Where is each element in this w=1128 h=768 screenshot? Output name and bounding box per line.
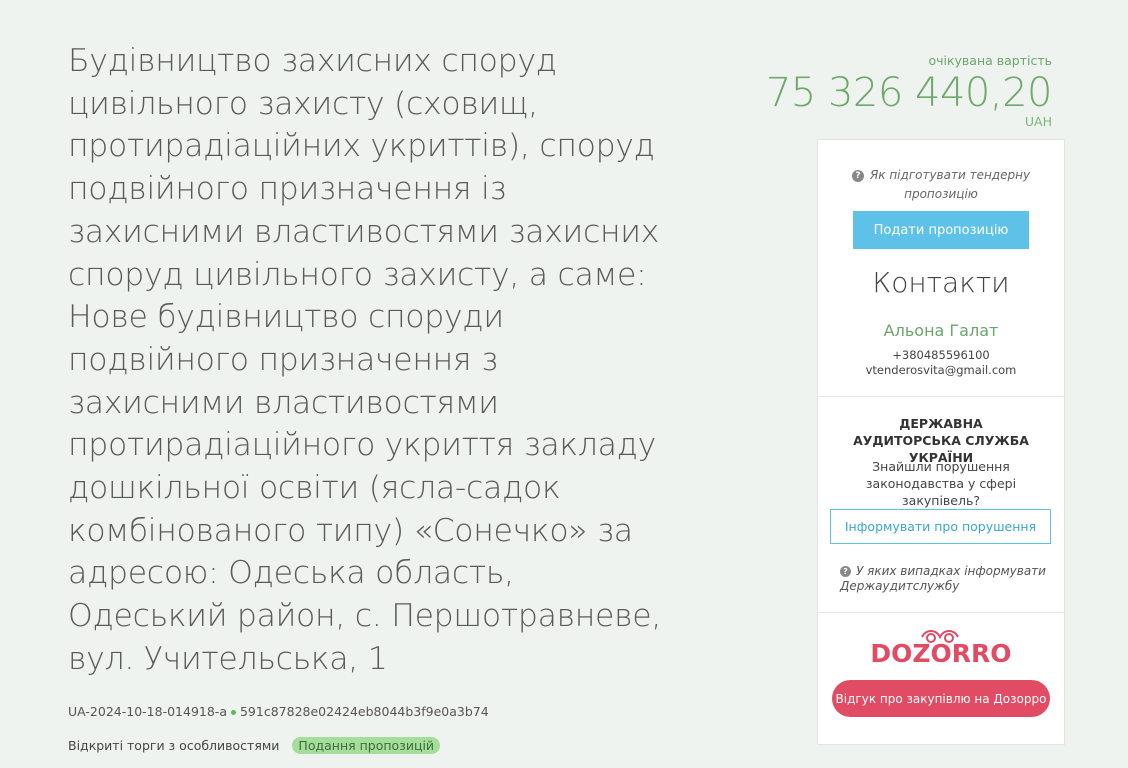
sidebar-panel: ? Як підготувати тендерну пропозицію Пода… bbox=[817, 139, 1065, 745]
dozorro-logo: DOZORRO bbox=[818, 628, 1064, 670]
currency-label: UAH bbox=[1024, 114, 1052, 129]
when-to-report-text[interactable]: У яких випадках інформувати Держаудитслу… bbox=[840, 564, 1046, 593]
question-icon: ? bbox=[840, 566, 851, 577]
contact-name: Альона Галат bbox=[883, 321, 999, 340]
audit-text: Знайшли порушення законодавства у сфері … bbox=[818, 458, 1064, 509]
divider bbox=[818, 396, 1064, 397]
expected-value-amount: 75 326 440,20 bbox=[765, 70, 1053, 116]
audit-text-body: Знайшли порушення законодавства у сфері … bbox=[865, 459, 1017, 508]
separator-dot-icon bbox=[230, 710, 236, 715]
tender-hash: 591c87828e02424eb8044b3f9e0a3b74 bbox=[239, 704, 489, 719]
dozorro-feedback-button[interactable]: Відгук про закупівлю на Дозорро bbox=[832, 680, 1050, 717]
dozorro-logo-graphic: DOZORRO bbox=[870, 630, 1012, 668]
when-to-report-link[interactable]: ? У яких випадках інформувати Держаудитсл… bbox=[840, 564, 1050, 594]
status-badge: Подання пропозицій bbox=[292, 737, 441, 754]
contacts-heading: Контакти bbox=[872, 266, 1010, 299]
submit-proposal-button[interactable]: Подати пропозицію bbox=[853, 211, 1029, 249]
procedure-type: Відкриті торги з особливостями bbox=[68, 738, 280, 753]
question-icon: ? bbox=[851, 170, 864, 182]
tender-meta: UA-2024-10-18-014918-a 591c87828e02424eb8… bbox=[68, 704, 489, 719]
contact-phone: +380485596100 bbox=[892, 348, 990, 362]
tender-procedure: Відкриті торги з особливостями Подання п… bbox=[68, 737, 441, 754]
dozorro-logo-text: DOZORRO bbox=[870, 639, 1011, 666]
help-link[interactable]: ? Як підготувати тендерну пропозицію bbox=[818, 166, 1064, 204]
divider bbox=[818, 612, 1064, 613]
help-link-text[interactable]: Як підготувати тендерну пропозицію bbox=[870, 168, 1030, 201]
report-violation-button[interactable]: Інформувати про порушення bbox=[830, 509, 1051, 544]
tender-title: Будівництво захисних споруд цивільного з… bbox=[68, 43, 662, 677]
expected-value-label: очікувана вартість bbox=[928, 53, 1052, 68]
contact-email: vtenderosvita@gmail.com bbox=[865, 363, 1017, 377]
tender-id: UA-2024-10-18-014918-a bbox=[68, 704, 227, 719]
